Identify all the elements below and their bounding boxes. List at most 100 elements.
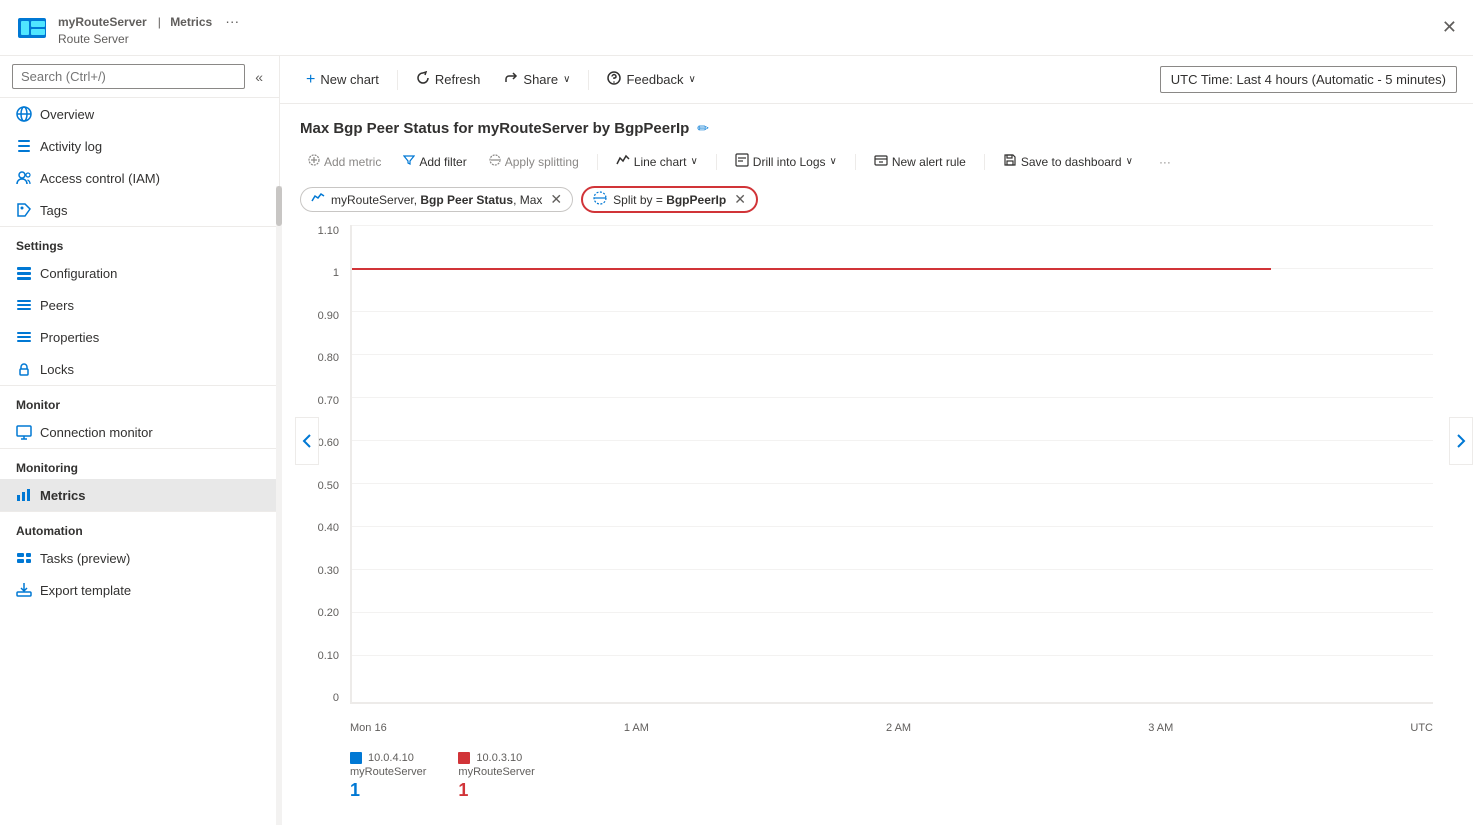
chart-container: 1.10 1 0.90 0.80 0.70 0.60 0.50 0.40 0.3…: [300, 225, 1453, 744]
splitting-icon: [489, 154, 501, 169]
sidebar-scrollbar-thumb: [276, 186, 282, 226]
split-icon: [593, 191, 607, 208]
filter-icon: [403, 154, 415, 169]
x-axis: Mon 16 1 AM 2 AM 3 AM UTC: [350, 722, 1433, 734]
split-tag[interactable]: Split by = BgpPeerIp ✕: [581, 186, 758, 213]
nav-tasks-label: Tasks (preview): [40, 551, 130, 566]
nav-export-template-label: Export template: [40, 583, 131, 598]
search-input[interactable]: [12, 64, 245, 89]
nav-locks[interactable]: Locks: [0, 353, 279, 385]
nav-configuration[interactable]: Configuration: [0, 257, 279, 289]
title-text: myRouteServer | Metrics ··· Route Server: [58, 10, 239, 46]
y-label-0.70: 0.70: [318, 395, 339, 407]
metric-tag: myRouteServer, Bgp Peer Status, Max ✕: [300, 187, 573, 212]
ctrl-sep-1: [597, 154, 598, 170]
collapse-button[interactable]: «: [251, 65, 267, 89]
chart-border: [351, 225, 1433, 703]
metric-tag-icon: [311, 191, 325, 208]
y-label-0.90: 0.90: [318, 310, 339, 322]
nav-arrow-right[interactable]: [1449, 417, 1473, 465]
app-icon: [16, 12, 48, 44]
line-chart-arrow-icon: ∨: [690, 156, 697, 167]
config-icon: [16, 265, 32, 281]
chart-plot: [350, 225, 1433, 704]
nav-metrics-label: Metrics: [40, 488, 86, 503]
people-icon: [16, 170, 32, 186]
legend-ip-2: 10.0.3.10: [476, 752, 522, 764]
share-button[interactable]: Share ∨: [494, 66, 580, 93]
y-label-0.30: 0.30: [318, 565, 339, 577]
split-tag-close[interactable]: ✕: [734, 191, 746, 208]
alert-icon: [874, 153, 888, 170]
tasks-icon: [16, 550, 32, 566]
chart-area: Max Bgp Peer Status for myRouteServer by…: [280, 104, 1473, 825]
tag-icon: [16, 202, 32, 218]
nav-peers-label: Peers: [40, 298, 74, 313]
more-button[interactable]: ···: [1151, 151, 1179, 173]
metric-tags-row: myRouteServer, Bgp Peer Status, Max ✕ Sp…: [300, 186, 1453, 213]
nav-connection-monitor[interactable]: Connection monitor: [0, 416, 279, 448]
feedback-button[interactable]: Feedback ∨: [597, 66, 705, 93]
add-filter-button[interactable]: Add filter: [395, 150, 474, 173]
y-label-0.10: 0.10: [318, 650, 339, 662]
title-left: myRouteServer | Metrics ··· Route Server: [16, 10, 239, 46]
app-title: myRouteServer | Metrics ···: [58, 10, 239, 31]
x-label-utc: UTC: [1410, 722, 1433, 734]
monitoring-section-header: Monitoring: [0, 448, 279, 479]
close-button[interactable]: ✕: [1442, 17, 1457, 38]
nav-tags-label: Tags: [40, 203, 67, 218]
subtitle: Route Server: [58, 32, 129, 46]
legend-color-row-1: 10.0.4.10: [350, 752, 426, 764]
x-label-mon16: Mon 16: [350, 722, 387, 734]
nav-locks-label: Locks: [40, 362, 74, 377]
y-label-0.80: 0.80: [318, 352, 339, 364]
new-chart-button[interactable]: + New chart: [296, 66, 389, 94]
metric-tag-close[interactable]: ✕: [550, 191, 562, 208]
nav-arrow-left[interactable]: [295, 417, 319, 465]
legend-item-1: 10.0.4.10 myRouteServer 1: [350, 752, 426, 801]
feedback-icon: [607, 71, 621, 88]
y-label-1.10: 1.10: [318, 225, 339, 237]
list-icon: [16, 138, 32, 154]
y-label-1: 1: [333, 267, 339, 279]
nav-tasks[interactable]: Tasks (preview): [0, 542, 279, 574]
ctrl-sep-2: [716, 154, 717, 170]
nav-peers[interactable]: Peers: [0, 289, 279, 321]
sidebar: « Overview Activity log Access control (…: [0, 56, 280, 825]
nav-overview-label: Overview: [40, 107, 94, 122]
drill-into-logs-button[interactable]: Drill into Logs ∨: [727, 149, 845, 174]
nav-activity-log[interactable]: Activity log: [0, 130, 279, 162]
edit-icon[interactable]: ✏: [697, 120, 709, 137]
nav-overview[interactable]: Overview: [0, 98, 279, 130]
legend-color-1: [350, 752, 362, 764]
line-chart-button[interactable]: Line chart ∨: [608, 149, 706, 174]
legend-value-1: 1: [350, 780, 426, 801]
nav-tags[interactable]: Tags: [0, 194, 279, 226]
nav-activity-log-label: Activity log: [40, 139, 102, 154]
nav-access-control[interactable]: Access control (IAM): [0, 162, 279, 194]
new-alert-rule-button[interactable]: New alert rule: [866, 149, 974, 174]
nav-properties-label: Properties: [40, 330, 99, 345]
save-to-dashboard-button[interactable]: Save to dashboard ∨: [995, 149, 1141, 174]
metrics-icon: [16, 487, 32, 503]
content-area: + New chart Refresh Share ∨: [280, 56, 1473, 825]
legend-value-2: 1: [458, 780, 534, 801]
nav-export-template[interactable]: Export template: [0, 574, 279, 606]
toolbar-sep-2: [588, 70, 589, 90]
properties-icon: [16, 329, 32, 345]
x-label-1am: 1 AM: [624, 722, 649, 734]
nav-metrics[interactable]: Metrics: [0, 479, 279, 511]
refresh-icon: [416, 71, 430, 88]
drill-icon: [735, 153, 749, 170]
add-metric-button[interactable]: Add metric: [300, 150, 389, 173]
share-icon: [504, 71, 518, 88]
apply-splitting-button[interactable]: Apply splitting: [481, 150, 587, 173]
y-axis: 1.10 1 0.90 0.80 0.70 0.60 0.50 0.40 0.3…: [300, 225, 345, 704]
time-range-button[interactable]: UTC Time: Last 4 hours (Automatic - 5 mi…: [1160, 66, 1457, 93]
legend-server-1: myRouteServer: [350, 766, 426, 778]
nav-configuration-label: Configuration: [40, 266, 117, 281]
lock-icon: [16, 361, 32, 377]
refresh-button[interactable]: Refresh: [406, 66, 491, 93]
y-label-0: 0: [333, 692, 339, 704]
nav-properties[interactable]: Properties: [0, 321, 279, 353]
